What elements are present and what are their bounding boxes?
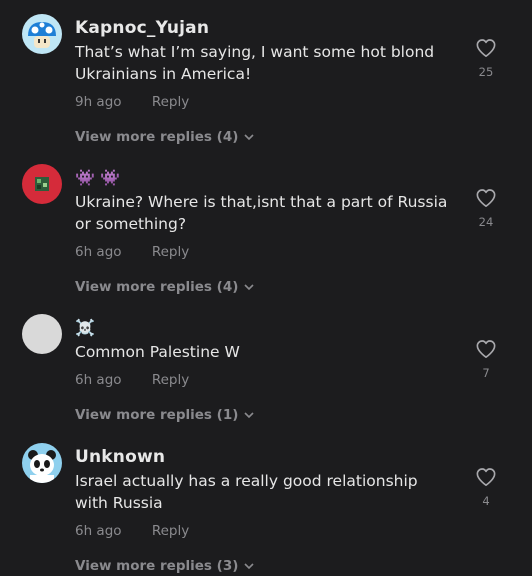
view-more-replies-label: View more replies (1)	[75, 407, 239, 423]
username[interactable]: 👾 👾	[75, 167, 455, 189]
heart-icon[interactable]	[470, 188, 502, 212]
comment-time: 6h ago	[75, 523, 122, 539]
reply-button[interactable]: Reply	[152, 372, 189, 388]
like-group: 24	[470, 188, 502, 229]
view-more-replies-label: View more replies (3)	[75, 558, 239, 574]
view-more-replies-button[interactable]: View more replies (4)	[75, 277, 254, 297]
like-count: 4	[482, 494, 490, 508]
heart-icon[interactable]	[470, 38, 502, 62]
reply-button[interactable]: Reply	[152, 94, 189, 110]
username[interactable]: Unknown	[75, 446, 455, 468]
avatar[interactable]	[22, 443, 62, 483]
like-count: 24	[478, 215, 494, 229]
like-group: 25	[470, 38, 502, 79]
like-count: 25	[478, 65, 494, 79]
username[interactable]: ☠️	[75, 317, 455, 339]
avatar[interactable]	[22, 314, 62, 354]
comment-text: Common Palestine W	[75, 343, 240, 361]
view-more-replies-label: View more replies (4)	[75, 129, 239, 145]
chevron-down-icon	[244, 556, 254, 576]
panda-avatar-icon	[22, 443, 62, 483]
like-group: 7	[470, 339, 502, 380]
pixel-art-avatar-icon	[22, 164, 62, 204]
username[interactable]: Kapnoc_Yujan	[75, 17, 455, 39]
like-group: 4	[470, 467, 502, 508]
view-more-replies-button[interactable]: View more replies (4)	[75, 127, 254, 147]
chevron-down-icon	[244, 127, 254, 147]
heart-icon[interactable]	[470, 339, 502, 363]
mushroom-avatar-icon	[22, 14, 62, 54]
chevron-down-icon	[244, 405, 254, 425]
comment-text: Ukraine? Where is that,isnt that a part …	[75, 193, 448, 233]
comment-text: Israel actually has a really good relati…	[75, 472, 418, 512]
view-more-replies-button[interactable]: View more replies (1)	[75, 405, 254, 425]
chevron-down-icon	[244, 277, 254, 297]
comment-time: 9h ago	[75, 94, 122, 110]
comment-time: 6h ago	[75, 244, 122, 260]
blank-avatar-icon	[22, 314, 62, 354]
avatar[interactable]	[22, 14, 62, 54]
reply-button[interactable]: Reply	[152, 523, 189, 539]
reply-button[interactable]: Reply	[152, 244, 189, 260]
avatar[interactable]	[22, 164, 62, 204]
like-count: 7	[482, 366, 490, 380]
heart-icon[interactable]	[470, 467, 502, 491]
view-more-replies-button[interactable]: View more replies (3)	[75, 556, 254, 576]
comment-text: That’s what I’m saying, I want some hot …	[75, 43, 435, 83]
comment-time: 6h ago	[75, 372, 122, 388]
view-more-replies-label: View more replies (4)	[75, 279, 239, 295]
